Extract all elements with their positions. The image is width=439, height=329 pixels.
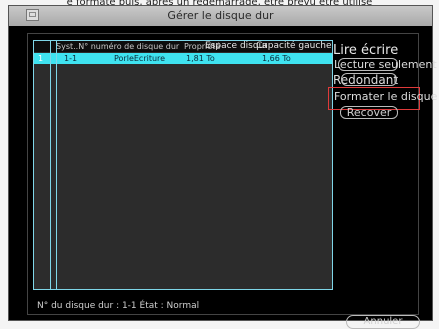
read-only-option[interactable]: Lecture seulement <box>334 58 437 71</box>
disk-dialog: Syst..N° numéro de disque dur Propriété … <box>27 33 437 329</box>
row-disk-number: 1-1 <box>64 54 78 63</box>
redundant-button-frame[interactable] <box>341 73 397 86</box>
window-icon <box>26 9 39 21</box>
disk-status-text: N° du disque dur : 1-1 État : Normal <box>37 301 200 311</box>
row-index: 1 <box>38 54 44 63</box>
row-property: PorleEcriture <box>114 54 166 63</box>
recover-button[interactable]: Recover <box>340 106 398 119</box>
row-free: 1,66 To <box>262 54 291 63</box>
cancel-button[interactable]: Annuler <box>346 315 420 329</box>
col-free-header[interactable]: Capacité gauche <box>256 41 332 52</box>
table-row[interactable]: 1 1-1 PorleEcriture 1,81 To 1,66 To <box>34 53 332 64</box>
row-space: 1,81 To <box>186 54 215 63</box>
manage-disk-window: Gérer le disque dur Syst..N° numéro de d… <box>8 5 437 329</box>
title-bar: Gérer le disque dur <box>9 6 432 26</box>
format-disk-option[interactable]: Formater le disque <box>334 90 437 103</box>
column-divider <box>50 41 51 289</box>
window-title: Gérer le disque dur <box>167 9 274 22</box>
read-write-option[interactable]: Lire écrire <box>333 43 398 58</box>
table-header: Syst..N° numéro de disque dur Propriété … <box>34 41 332 52</box>
disk-table: Syst..N° numéro de disque dur Propriété … <box>33 40 333 290</box>
col-disk-number-header[interactable]: Syst..N° numéro de disque dur <box>56 41 182 52</box>
column-divider <box>56 41 57 289</box>
